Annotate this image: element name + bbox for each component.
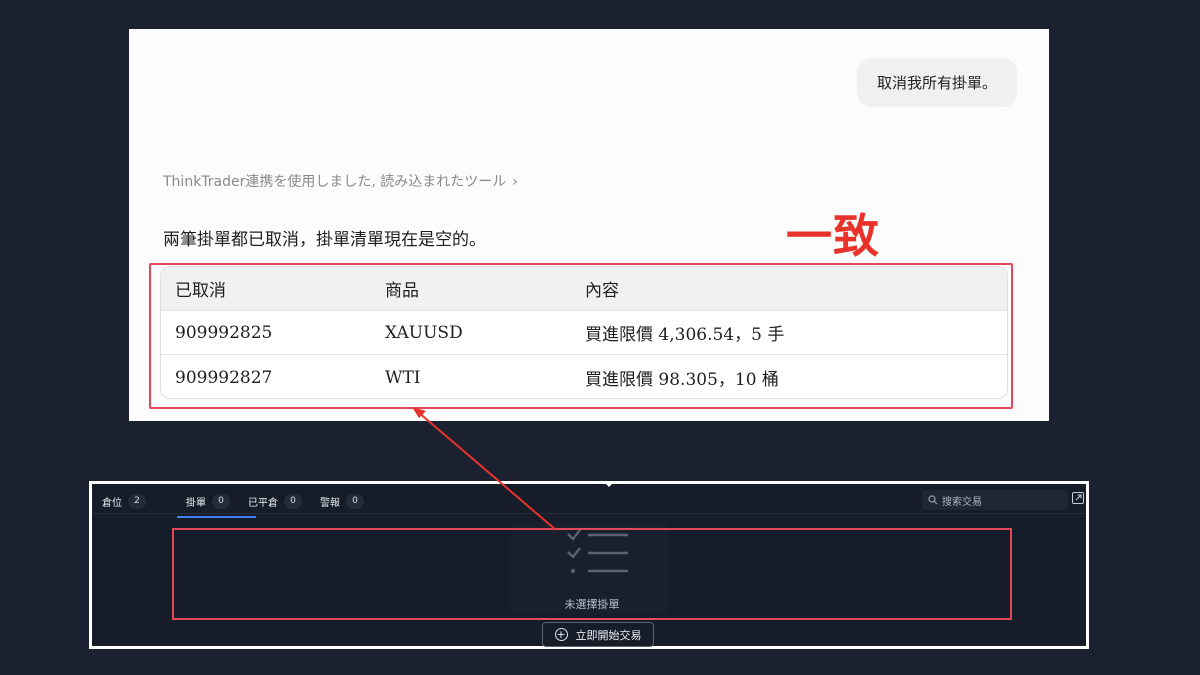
- external-link-icon: [1075, 494, 1082, 501]
- tab-positions[interactable]: 倉位 2: [102, 490, 146, 512]
- start-trading-label: 立即開始交易: [575, 628, 642, 642]
- table-highlight-frame: [149, 263, 1013, 409]
- tab-label: 倉位: [102, 497, 122, 509]
- assistant-answer: 兩筆掛單都已取消，掛單清單現在是空的。: [163, 230, 486, 250]
- plus-circle-icon: +: [554, 628, 568, 641]
- chevron-right-icon[interactable]: ›: [512, 174, 518, 190]
- tool-usage-text: ThinkTrader連携を使用しました, 読み込まれたツール: [163, 174, 507, 190]
- search-placeholder: 搜索交易: [942, 496, 982, 508]
- search-icon: [928, 495, 938, 505]
- tool-usage-note[interactable]: ThinkTrader連携を使用しました, 読み込まれたツール ›: [163, 171, 518, 191]
- tab-count-badge: 0: [212, 493, 230, 509]
- empty-state-highlight-frame: [172, 528, 1012, 620]
- tab-label: 警報: [320, 497, 340, 509]
- tab-count-badge: 0: [284, 493, 302, 509]
- tab-alerts[interactable]: 警報 0: [320, 490, 364, 512]
- collapse-caret-icon[interactable]: [604, 482, 614, 487]
- trading-tabs: 倉位 2 掛單 0 已平倉 0 警報 0: [102, 490, 382, 518]
- popout-button[interactable]: [1072, 492, 1084, 504]
- user-message-bubble: 取消我所有掛單。: [856, 58, 1017, 107]
- start-trading-button[interactable]: + 立即開始交易: [542, 622, 654, 647]
- tab-closed[interactable]: 已平倉 0: [248, 490, 302, 512]
- search-input[interactable]: 搜索交易: [922, 490, 1068, 510]
- tab-label: 已平倉: [248, 497, 278, 509]
- match-annotation-label: 一致: [786, 209, 880, 263]
- tab-pending-orders[interactable]: 掛單 0: [177, 490, 256, 518]
- tab-count-badge: 0: [346, 493, 364, 509]
- tab-count-badge: 2: [128, 493, 146, 509]
- tab-label: 掛單: [186, 497, 206, 509]
- tabs-divider: [92, 513, 1086, 514]
